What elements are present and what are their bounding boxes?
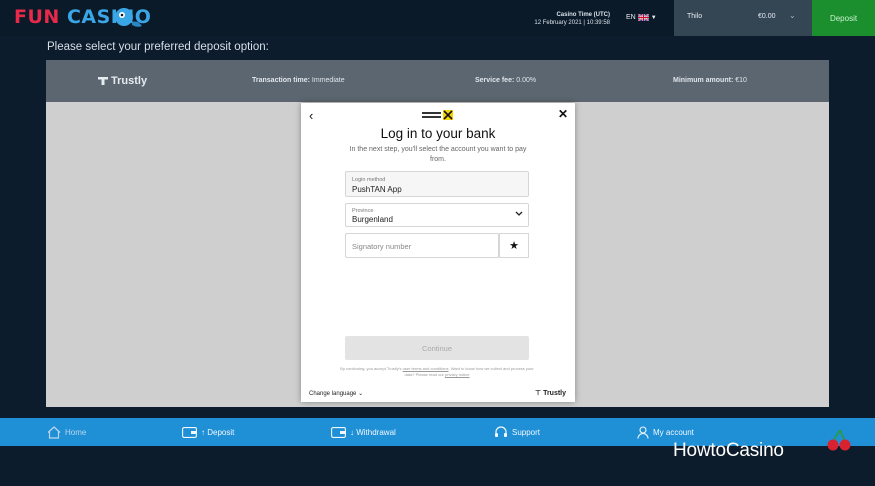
language-code: EN — [626, 14, 636, 21]
user-icon — [637, 425, 649, 439]
nav-support[interactable]: Support — [494, 418, 540, 446]
modal-trustly-logo: ⊤ Trustly — [535, 389, 566, 397]
nav-home[interactable]: Home — [47, 418, 86, 446]
cherry-icon — [827, 429, 851, 451]
modal-title: Log in to your bank — [380, 126, 496, 141]
trustly-logo: Trustly — [98, 75, 147, 87]
headset-icon — [495, 425, 507, 437]
page-prompt: Please select your preferred deposit opt… — [47, 41, 269, 53]
wallet-icon — [182, 426, 197, 438]
chevron-down-icon[interactable] — [515, 209, 523, 219]
nav-support-label: Support — [512, 427, 541, 437]
nav-withdrawal[interactable]: ↓ Withdrawal — [331, 418, 396, 446]
star-icon[interactable]: ★ — [499, 233, 529, 258]
chevron-down-icon: ⌄ — [358, 391, 364, 397]
service-fee-value: 0.00% — [516, 77, 537, 84]
signatory-number-input[interactable]: Signatory number — [345, 233, 499, 258]
minimum-amount-value: €10 — [735, 77, 747, 84]
transaction-time-value: Immediate — [311, 77, 345, 84]
chevron-down-icon[interactable]: ⌄ — [789, 11, 796, 20]
transaction-time: Transaction time: Immediate — [252, 77, 345, 84]
province-value: Burgenland — [352, 215, 393, 224]
province-label: Province — [352, 208, 374, 214]
login-method-value: PushTAN App — [352, 185, 402, 194]
service-fee-label: Service fee: — [475, 77, 515, 84]
trustly-icon: ⊤ — [535, 390, 542, 397]
transaction-time-label: Transaction time: — [252, 77, 310, 84]
header-deposit-button[interactable]: Deposit — [812, 0, 875, 36]
modal-subtitle: In the next step, you'll select the acco… — [349, 146, 527, 163]
terms-link[interactable]: user terms and conditions — [403, 366, 449, 371]
nav-deposit-label: ↑ Deposit — [201, 427, 235, 437]
privacy-link[interactable]: privacy notice — [445, 372, 469, 377]
wallet-icon — [331, 426, 346, 438]
trustly-icon — [98, 77, 108, 85]
minimum-amount: Minimum amount: €10 — [673, 77, 747, 84]
legal-text-1: By continuing, you accept Trustly's — [340, 366, 402, 371]
nav-my-account-label: My account — [653, 427, 694, 437]
balance: €0.00 — [758, 13, 776, 20]
minimum-amount-label: Minimum amount: — [673, 77, 734, 84]
back-arrow-icon[interactable]: ‹ — [309, 109, 313, 122]
signatory-placeholder: Signatory number — [352, 242, 412, 251]
continue-button[interactable]: Continue — [345, 336, 529, 360]
language-selector[interactable]: EN ▼ — [626, 14, 657, 21]
service-fee: Service fee: 0.00% — [475, 77, 536, 84]
casino-time: Casino Time (UTC) 12 February 2021 | 10:… — [530, 11, 610, 27]
logo-fun: FUN — [14, 6, 60, 28]
bank-logo-icon — [422, 110, 453, 120]
caret-down-icon: ▼ — [650, 14, 657, 21]
close-icon[interactable]: ✕ — [558, 108, 568, 120]
legal-notice: By continuing, you accept Trustly's user… — [340, 366, 534, 378]
username: Thilo — [687, 13, 703, 20]
mascot-icon — [115, 8, 142, 27]
uk-flag-icon — [637, 14, 649, 21]
nav-home-label: Home — [65, 427, 87, 437]
howtocasino-watermark: HowtoCasino — [673, 440, 784, 461]
casino-time-value: 12 February 2021 | 10:39:58 — [534, 20, 610, 26]
home-icon — [47, 425, 61, 439]
province-select[interactable]: Province Burgenland — [345, 203, 529, 227]
casino-time-label: Casino Time (UTC) — [556, 12, 610, 18]
change-language-button[interactable]: Change language ⌄ — [309, 390, 363, 397]
modal-trustly-name: Trustly — [543, 390, 567, 397]
login-method-label: Login method — [352, 177, 386, 183]
nav-withdrawal-label: ↓ Withdrawal — [350, 427, 396, 437]
trustly-name: Trustly — [111, 75, 148, 87]
change-language-label: Change language — [309, 391, 357, 397]
login-method-field[interactable]: Login method PushTAN App — [345, 171, 529, 197]
nav-deposit[interactable]: ↑ Deposit — [182, 418, 234, 446]
